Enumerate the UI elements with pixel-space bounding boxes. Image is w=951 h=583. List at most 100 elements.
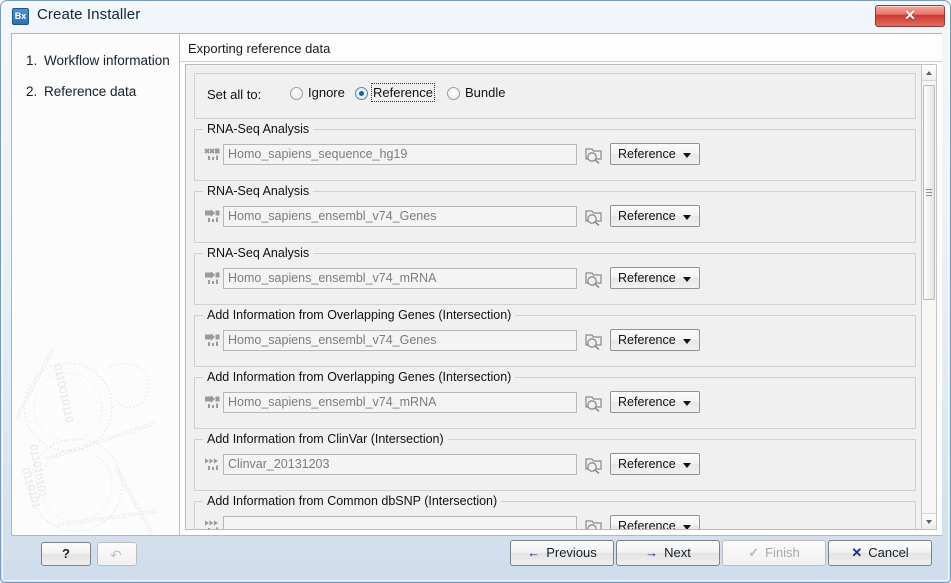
window-title: Create Installer bbox=[37, 6, 141, 23]
sidebar-item-workflow-information[interactable]: 1. Workflow information bbox=[26, 53, 170, 68]
finish-label: Finish bbox=[765, 545, 800, 560]
previous-label: Previous bbox=[546, 545, 597, 560]
reference-name-field[interactable]: Homo_sapiens_ensembl_v74_mRNA bbox=[223, 392, 577, 413]
sidebar-item-reference-data[interactable]: 2. Reference data bbox=[26, 84, 136, 99]
radio-bundle[interactable]: Bundle bbox=[447, 85, 505, 100]
reference-name-field[interactable]: Homo_sapiens_ensembl_v74_Genes bbox=[223, 206, 577, 227]
reference-name-field[interactable]: Homo_sapiens_ensembl_v74_Genes bbox=[223, 330, 577, 351]
chevron-down-icon bbox=[683, 463, 691, 468]
reference-row: Add Information from Common dbSNP (Inter… bbox=[194, 494, 916, 530]
chevron-down-icon bbox=[683, 153, 691, 158]
reference-row: Add Information from Overlapping Genes (… bbox=[194, 308, 916, 367]
svg-text:GATTACAGGCATGAGCCACCGCGCCCGGCC: GATTACAGGCATGAGCCACCGCGCCCGGCC bbox=[14, 349, 74, 420]
radio-ignore[interactable]: Ignore bbox=[290, 85, 345, 100]
svg-text:0110010110: 0110010110 bbox=[51, 363, 75, 424]
reference-row: Add Information from ClinVar (Intersecti… bbox=[194, 432, 916, 491]
check-icon: ✓ bbox=[748, 545, 760, 560]
close-button[interactable]: ✕ bbox=[875, 5, 945, 27]
reference-mode-value: Reference bbox=[618, 519, 676, 530]
reference-mode-dropdown[interactable]: Reference bbox=[610, 453, 700, 475]
annotation-track-icon bbox=[204, 333, 221, 347]
reference-row: Add Information from Overlapping Genes (… bbox=[194, 370, 916, 429]
annotation-track-icon bbox=[204, 271, 221, 285]
chevron-down-icon bbox=[683, 401, 691, 406]
svg-text:CAGGTGATCCGCCCGCCTCGGCCTCCCAAA: CAGGTGATCCGCCCGCCTCGGCCTCCCAAA bbox=[112, 465, 172, 535]
set-all-to-label: Set all to: bbox=[207, 87, 262, 102]
panel-title-divider bbox=[180, 61, 942, 62]
reference-row: RNA-Seq Analysis Homo_sapiens_ensembl_v74… bbox=[194, 246, 916, 305]
reference-row-title: Add Information from Overlapping Genes (… bbox=[203, 370, 516, 384]
undo-button: ↶ bbox=[97, 542, 137, 566]
reference-mode-value: Reference bbox=[618, 395, 676, 409]
reference-mode-dropdown[interactable]: Reference bbox=[610, 515, 700, 530]
vertical-scrollbar[interactable] bbox=[921, 64, 937, 530]
reference-mode-value: Reference bbox=[618, 457, 676, 471]
step-label: Workflow information bbox=[44, 53, 170, 68]
close-x-icon: ✕ bbox=[851, 545, 863, 560]
chevron-down-icon bbox=[683, 277, 691, 282]
svg-text:GTGCTGGGATTACAGGCGTGAGCCAC: GTGCTGGGATTACAGGCGTGAGCCAC bbox=[57, 509, 158, 529]
create-installer-window: Bx Create Installer ✕ 1. Workflow informa… bbox=[0, 0, 951, 583]
scroll-down-icon[interactable] bbox=[922, 513, 936, 529]
svg-text:TTGGCCAGGCTGGTCTCGAACTCCTGACCT: TTGGCCAGGCTGGTCTCGAACTCCTGACCT bbox=[45, 421, 157, 463]
reference-row-title: RNA-Seq Analysis bbox=[203, 246, 314, 260]
step-number: 1. bbox=[26, 53, 38, 68]
browse-folder-icon[interactable] bbox=[584, 454, 604, 474]
reference-mode-value: Reference bbox=[618, 271, 676, 285]
reference-mode-value: Reference bbox=[618, 333, 676, 347]
arrow-left-icon: ← bbox=[527, 545, 541, 560]
radio-reference[interactable]: Reference bbox=[355, 83, 435, 102]
next-button[interactable]: → Next bbox=[616, 540, 720, 566]
reference-name-field[interactable] bbox=[223, 516, 577, 529]
reference-row-title: RNA-Seq Analysis bbox=[203, 184, 314, 198]
reference-row-title: Add Information from ClinVar (Intersecti… bbox=[203, 432, 448, 446]
variant-track-icon bbox=[204, 457, 221, 471]
reference-row: RNA-Seq Analysis Homo_sapiens_ensembl_v74… bbox=[194, 184, 916, 243]
browse-folder-icon[interactable] bbox=[584, 268, 604, 288]
reference-name-field[interactable]: Clinvar_20131203 bbox=[223, 454, 577, 475]
arrow-right-icon: → bbox=[645, 545, 659, 560]
reference-name-field[interactable]: Homo_sapiens_ensembl_v74_mRNA bbox=[223, 268, 577, 289]
reference-mode-value: Reference bbox=[618, 209, 676, 223]
scrollbar-thumb[interactable] bbox=[923, 85, 935, 300]
chevron-down-icon bbox=[683, 215, 691, 220]
undo-icon: ↶ bbox=[110, 547, 122, 563]
chevron-down-icon bbox=[683, 525, 691, 529]
browse-folder-icon[interactable] bbox=[584, 516, 604, 529]
reference-name-field[interactable]: Homo_sapiens_sequence_hg19 bbox=[223, 144, 577, 165]
panel-title: Exporting reference data bbox=[188, 41, 331, 56]
reference-list: Set all to: Ignore Reference Bundle RNA-… bbox=[186, 65, 922, 530]
reference-mode-dropdown[interactable]: Reference bbox=[610, 329, 700, 351]
radio-dot-icon bbox=[290, 87, 303, 100]
radio-reference-label: Reference bbox=[371, 83, 435, 102]
title-bar: Bx Create Installer ✕ bbox=[1, 1, 951, 32]
reference-row: RNA-Seq Analysis Homo_sapiens_sequence_hg… bbox=[194, 122, 916, 181]
reference-mode-value: Reference bbox=[618, 147, 676, 161]
scroll-up-icon[interactable] bbox=[922, 65, 936, 81]
browse-folder-icon[interactable] bbox=[584, 206, 604, 226]
radio-bundle-label: Bundle bbox=[465, 85, 506, 100]
app-icon: Bx bbox=[12, 8, 29, 25]
radio-dot-icon bbox=[355, 87, 368, 100]
reference-mode-dropdown[interactable]: Reference bbox=[610, 391, 700, 413]
finish-button: ✓ Finish bbox=[722, 540, 826, 566]
reference-rows-host: RNA-Seq Analysis Homo_sapiens_sequence_hg… bbox=[186, 122, 922, 530]
svg-text:011010101: 011010101 bbox=[27, 443, 48, 499]
browse-folder-icon[interactable] bbox=[584, 144, 604, 164]
svg-text:0110101: 0110101 bbox=[19, 467, 42, 511]
reference-mode-dropdown[interactable]: Reference bbox=[610, 205, 700, 227]
cancel-button[interactable]: ✕ Cancel bbox=[828, 540, 932, 566]
chevron-down-icon bbox=[683, 339, 691, 344]
browse-folder-icon[interactable] bbox=[584, 392, 604, 412]
browse-folder-icon[interactable] bbox=[584, 330, 604, 350]
reference-data-panel: Exporting reference data Set all to: Ign… bbox=[180, 34, 942, 535]
radio-ignore-label: Ignore bbox=[308, 85, 345, 100]
previous-button[interactable]: ← Previous bbox=[510, 540, 614, 566]
reference-mode-dropdown[interactable]: Reference bbox=[610, 267, 700, 289]
reference-mode-dropdown[interactable]: Reference bbox=[610, 143, 700, 165]
variant-track-icon bbox=[204, 519, 221, 529]
reference-row-title: Add Information from Overlapping Genes (… bbox=[203, 308, 516, 322]
help-button[interactable]: ? bbox=[41, 542, 91, 566]
annotation-track-icon bbox=[204, 395, 221, 409]
close-icon: ✕ bbox=[904, 7, 916, 23]
